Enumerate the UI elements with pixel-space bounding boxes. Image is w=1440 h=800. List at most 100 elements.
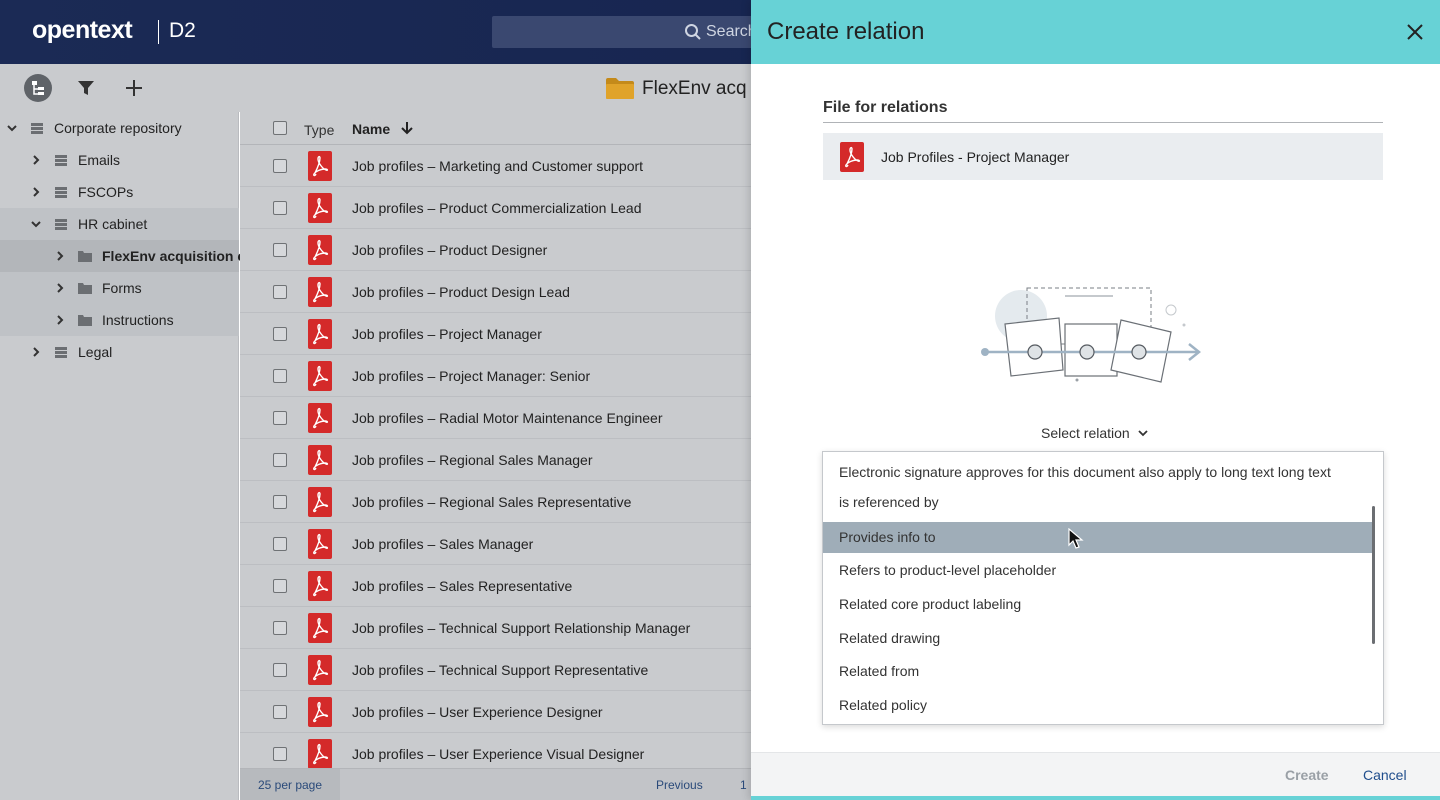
column-type[interactable]: Type	[304, 122, 334, 138]
filter-icon[interactable]	[70, 72, 102, 104]
table-row[interactable]: Job profiles – Technical Support Represe…	[240, 649, 751, 691]
add-icon[interactable]	[118, 72, 150, 104]
document-name[interactable]: Job profiles – Project Manager	[352, 326, 542, 342]
row-checkbox[interactable]	[273, 495, 287, 509]
column-name[interactable]: Name	[352, 121, 390, 137]
toolbar	[0, 64, 751, 112]
row-checkbox[interactable]	[273, 747, 287, 761]
chevron-right-icon[interactable]	[30, 346, 42, 358]
document-name[interactable]: Job profiles – Sales Manager	[352, 536, 533, 552]
tree-item-label: FSCOPs	[78, 184, 134, 200]
document-name[interactable]: Job profiles – User Experience Visual De…	[352, 746, 644, 762]
table-row[interactable]: Job profiles – Product Design Lead	[240, 271, 751, 313]
tree-item-legal[interactable]: Legal	[0, 336, 239, 368]
row-checkbox[interactable]	[273, 705, 287, 719]
table-row[interactable]: Job profiles – Marketing and Customer su…	[240, 145, 751, 187]
select-all-checkbox[interactable]	[273, 121, 287, 135]
search-icon[interactable]	[684, 23, 702, 41]
document-name[interactable]: Job profiles – Product Designer	[352, 242, 547, 258]
document-name[interactable]: Job profiles – User Experience Designer	[352, 704, 603, 720]
chevron-down-icon[interactable]	[30, 218, 42, 230]
tree-item-hr-cabinet[interactable]: HR cabinet	[0, 208, 239, 240]
close-icon[interactable]	[1403, 20, 1427, 44]
per-page-selector[interactable]: 25 per page	[240, 769, 340, 800]
document-name[interactable]: Job profiles – Marketing and Customer su…	[352, 158, 643, 174]
document-name[interactable]: Job profiles – Radial Motor Maintenance …	[352, 410, 663, 426]
table-row[interactable]: Job profiles – Product Commercialization…	[240, 187, 751, 229]
logo-divider	[158, 20, 159, 44]
row-checkbox[interactable]	[273, 579, 287, 593]
page-number[interactable]: 1	[740, 778, 747, 792]
row-checkbox[interactable]	[273, 663, 287, 677]
tree-item-fscops[interactable]: FSCOPs	[0, 176, 239, 208]
pdf-icon	[308, 277, 332, 307]
table-row[interactable]: Job profiles – Project Manager	[240, 313, 751, 355]
repository-icon	[31, 123, 43, 134]
table-row[interactable]: Job profiles – Radial Motor Maintenance …	[240, 397, 751, 439]
table-row[interactable]: Job profiles – Sales Representative	[240, 565, 751, 607]
dialog-footer	[751, 752, 1440, 796]
pdf-icon	[308, 697, 332, 727]
table-row[interactable]: Job profiles – Technical Support Relatio…	[240, 607, 751, 649]
tree-item-instructions[interactable]: Instructions	[0, 304, 239, 336]
tree-item-forms[interactable]: Forms	[0, 272, 239, 304]
document-name[interactable]: Job profiles – Project Manager: Senior	[352, 368, 590, 384]
relation-option[interactable]: Related core product labeling	[823, 596, 1375, 620]
document-name[interactable]: Job profiles – Product Commercialization…	[352, 200, 641, 216]
cancel-button[interactable]: Cancel	[1363, 767, 1407, 783]
row-checkbox[interactable]	[273, 159, 287, 173]
repository-tree-icon[interactable]	[22, 72, 54, 104]
chevron-right-icon[interactable]	[30, 154, 42, 166]
tree-item-emails[interactable]: Emails	[0, 144, 239, 176]
chevron-right-icon[interactable]	[54, 250, 66, 262]
relation-option[interactable]: Refers to product-level placeholder	[823, 562, 1375, 586]
table-row[interactable]: Job profiles – Regional Sales Representa…	[240, 481, 751, 523]
row-checkbox[interactable]	[273, 537, 287, 551]
document-name[interactable]: Job profiles – Sales Representative	[352, 578, 572, 594]
chevron-right-icon[interactable]	[30, 186, 42, 198]
table-row[interactable]: Job profiles – User Experience Designer	[240, 691, 751, 733]
row-checkbox[interactable]	[273, 243, 287, 257]
row-checkbox[interactable]	[273, 369, 287, 383]
sort-descending-icon[interactable]	[400, 121, 414, 135]
row-checkbox[interactable]	[273, 285, 287, 299]
chevron-right-icon[interactable]	[54, 282, 66, 294]
create-relation-dialog: Create relation File for relations Job P…	[751, 0, 1440, 800]
chevron-down-icon[interactable]	[6, 122, 18, 134]
pdf-icon	[308, 487, 332, 517]
row-checkbox[interactable]	[273, 453, 287, 467]
table-row[interactable]: Job profiles – Regional Sales Manager	[240, 439, 751, 481]
table-row[interactable]: Job profiles – Product Designer	[240, 229, 751, 271]
product-name: D2	[169, 19, 196, 42]
tree-item-label: FlexEnv acquisition exp	[102, 248, 262, 264]
app-window: opentext D2 Search FlexEnv acq Corporate…	[0, 0, 1440, 800]
dropdown-scrollbar[interactable]	[1372, 506, 1375, 644]
tree-item-flexenv-acquisition[interactable]: FlexEnv acquisition exp	[0, 240, 262, 272]
table-row[interactable]: Job profiles – Project Manager: Senior	[240, 355, 751, 397]
previous-page-button[interactable]: Previous	[656, 778, 703, 792]
tree-item-label: Emails	[78, 152, 121, 168]
chevron-right-icon[interactable]	[54, 314, 66, 326]
document-name[interactable]: Job profiles – Regional Sales Representa…	[352, 494, 631, 510]
row-checkbox[interactable]	[273, 327, 287, 341]
relation-option-hovered[interactable]: Provides info to	[823, 522, 1375, 553]
row-checkbox[interactable]	[273, 621, 287, 635]
row-checkbox[interactable]	[273, 201, 287, 215]
select-relation-dropdown[interactable]: Select relation	[1041, 425, 1148, 441]
document-name[interactable]: Job profiles – Technical Support Relatio…	[352, 620, 690, 636]
table-row[interactable]: Job profiles – Sales Manager	[240, 523, 751, 565]
relation-illustration	[981, 287, 1202, 383]
relation-option[interactable]: Related from	[823, 663, 1375, 687]
create-button[interactable]: Create	[1285, 767, 1329, 783]
document-name[interactable]: Job profiles – Regional Sales Manager	[352, 452, 592, 468]
list-header: Type Name	[240, 112, 751, 145]
relation-option[interactable]: Related policy	[823, 697, 1375, 721]
relation-option[interactable]: Electronic signature approves for this d…	[823, 464, 1375, 488]
document-name[interactable]: Job profiles – Technical Support Represe…	[352, 662, 648, 678]
relation-option[interactable]: Related drawing	[823, 630, 1375, 654]
row-checkbox[interactable]	[273, 411, 287, 425]
repository-tree: Corporate repository Emails FSCOPs HR ca…	[0, 112, 262, 800]
tree-item-corporate-repository[interactable]: Corporate repository	[0, 112, 239, 144]
relation-option[interactable]: is referenced by	[823, 494, 1375, 518]
document-name[interactable]: Job profiles – Product Design Lead	[352, 284, 570, 300]
